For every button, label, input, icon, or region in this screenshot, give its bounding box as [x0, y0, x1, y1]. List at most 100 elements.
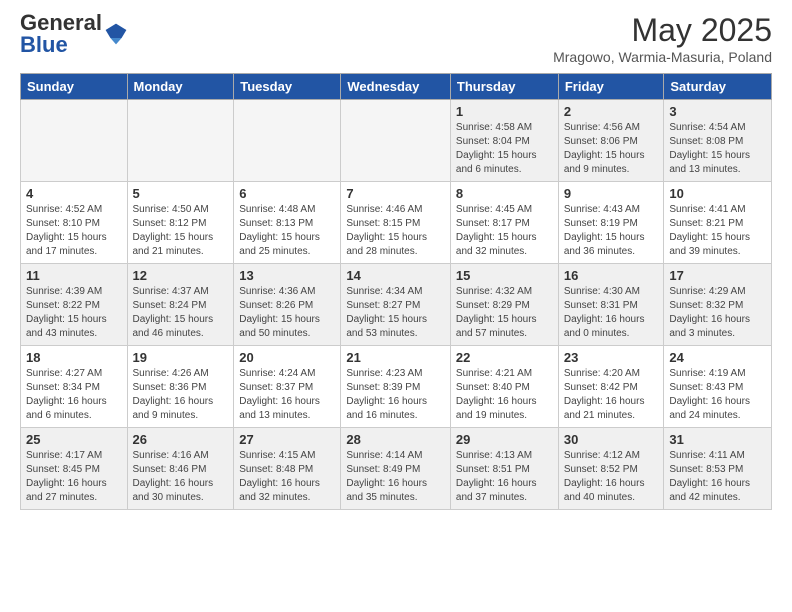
- day-info: Sunrise: 4:29 AM Sunset: 8:32 PM Dayligh…: [669, 285, 766, 341]
- day-number: 1: [456, 104, 553, 119]
- day-cell: 8 Sunrise: 4:45 AM Sunset: 8:17 PM Daylig…: [450, 182, 558, 264]
- day-number: 4: [26, 186, 122, 201]
- day-cell: 30 Sunrise: 4:12 AM Sunset: 8:52 PM Dayli…: [558, 428, 664, 510]
- day-info: Sunrise: 4:37 AM Sunset: 8:24 PM Dayligh…: [133, 285, 229, 341]
- logo: General Blue: [20, 12, 128, 56]
- day-cell: 21 Sunrise: 4:23 AM Sunset: 8:39 PM Dayli…: [341, 346, 451, 428]
- day-info: Sunrise: 4:17 AM Sunset: 8:45 PM Dayligh…: [26, 449, 122, 505]
- day-cell: 2 Sunrise: 4:56 AM Sunset: 8:06 PM Daylig…: [558, 100, 664, 182]
- logo-text: General Blue: [20, 12, 102, 56]
- day-number: 8: [456, 186, 553, 201]
- day-number: 25: [26, 432, 122, 447]
- day-info: Sunrise: 4:21 AM Sunset: 8:40 PM Dayligh…: [456, 367, 553, 423]
- day-cell: 10 Sunrise: 4:41 AM Sunset: 8:21 PM Dayli…: [664, 182, 772, 264]
- day-number: 18: [26, 350, 122, 365]
- title-block: May 2025 Mragowo, Warmia-Masuria, Poland: [553, 12, 772, 65]
- day-number: 27: [239, 432, 335, 447]
- day-number: 19: [133, 350, 229, 365]
- day-info: Sunrise: 4:15 AM Sunset: 8:48 PM Dayligh…: [239, 449, 335, 505]
- day-info: Sunrise: 4:23 AM Sunset: 8:39 PM Dayligh…: [346, 367, 445, 423]
- location: Mragowo, Warmia-Masuria, Poland: [553, 49, 772, 65]
- day-number: 2: [564, 104, 659, 119]
- day-cell: 31Sunrise: 4:11 AM Sunset: 8:53 PM Dayli…: [664, 428, 772, 510]
- day-number: 9: [564, 186, 659, 201]
- day-number: 24: [669, 350, 766, 365]
- day-number: 6: [239, 186, 335, 201]
- day-number: 11: [26, 268, 122, 283]
- calendar-week-row: 11 Sunrise: 4:39 AM Sunset: 8:22 PM Dayli…: [21, 264, 772, 346]
- empty-cell: [127, 100, 234, 182]
- day-number: 3: [669, 104, 766, 119]
- day-number: 23: [564, 350, 659, 365]
- day-cell: 25 Sunrise: 4:17 AM Sunset: 8:45 PM Dayli…: [21, 428, 128, 510]
- day-cell: 17 Sunrise: 4:29 AM Sunset: 8:32 PM Dayli…: [664, 264, 772, 346]
- calendar-week-row: 18 Sunrise: 4:27 AM Sunset: 8:34 PM Dayli…: [21, 346, 772, 428]
- day-cell: 9Sunrise: 4:43 AM Sunset: 8:19 PM Daylig…: [558, 182, 664, 264]
- day-header-thursday: Thursday: [450, 74, 558, 100]
- empty-cell: [341, 100, 451, 182]
- day-header-friday: Friday: [558, 74, 664, 100]
- day-info: Sunrise: 4:26 AM Sunset: 8:36 PM Dayligh…: [133, 367, 229, 423]
- day-number: 28: [346, 432, 445, 447]
- day-number: 10: [669, 186, 766, 201]
- day-info: Sunrise: 4:13 AM Sunset: 8:51 PM Dayligh…: [456, 449, 553, 505]
- day-header-tuesday: Tuesday: [234, 74, 341, 100]
- day-info: Sunrise: 4:14 AM Sunset: 8:49 PM Dayligh…: [346, 449, 445, 505]
- day-cell: 7Sunrise: 4:46 AM Sunset: 8:15 PM Daylig…: [341, 182, 451, 264]
- calendar-week-row: 4Sunrise: 4:52 AM Sunset: 8:10 PM Daylig…: [21, 182, 772, 264]
- day-cell: 5Sunrise: 4:50 AM Sunset: 8:12 PM Daylig…: [127, 182, 234, 264]
- day-cell: 27 Sunrise: 4:15 AM Sunset: 8:48 PM Dayli…: [234, 428, 341, 510]
- day-info: Sunrise: 4:34 AM Sunset: 8:27 PM Dayligh…: [346, 285, 445, 341]
- day-cell: 23 Sunrise: 4:20 AM Sunset: 8:42 PM Dayli…: [558, 346, 664, 428]
- day-info: Sunrise: 4:20 AM Sunset: 8:42 PM Dayligh…: [564, 367, 659, 423]
- day-info: Sunrise: 4:30 AM Sunset: 8:31 PM Dayligh…: [564, 285, 659, 341]
- day-cell: 16 Sunrise: 4:30 AM Sunset: 8:31 PM Dayli…: [558, 264, 664, 346]
- day-info: Sunrise: 4:19 AM Sunset: 8:43 PM Dayligh…: [669, 367, 766, 423]
- day-info: Sunrise: 4:16 AM Sunset: 8:46 PM Dayligh…: [133, 449, 229, 505]
- day-cell: 20Sunrise: 4:24 AM Sunset: 8:37 PM Dayli…: [234, 346, 341, 428]
- day-cell: 28 Sunrise: 4:14 AM Sunset: 8:49 PM Dayli…: [341, 428, 451, 510]
- day-info: Sunrise: 4:56 AM Sunset: 8:06 PM Dayligh…: [564, 121, 659, 177]
- day-header-monday: Monday: [127, 74, 234, 100]
- calendar-week-row: 1 Sunrise: 4:58 AM Sunset: 8:04 PM Daylig…: [21, 100, 772, 182]
- calendar-week-row: 25 Sunrise: 4:17 AM Sunset: 8:45 PM Dayli…: [21, 428, 772, 510]
- day-number: 16: [564, 268, 659, 283]
- day-number: 17: [669, 268, 766, 283]
- day-cell: 11 Sunrise: 4:39 AM Sunset: 8:22 PM Dayli…: [21, 264, 128, 346]
- day-info: Sunrise: 4:36 AM Sunset: 8:26 PM Dayligh…: [239, 285, 335, 341]
- day-info: Sunrise: 4:45 AM Sunset: 8:17 PM Dayligh…: [456, 203, 553, 259]
- day-header-saturday: Saturday: [664, 74, 772, 100]
- day-cell: 13 Sunrise: 4:36 AM Sunset: 8:26 PM Dayli…: [234, 264, 341, 346]
- month-title: May 2025: [553, 12, 772, 49]
- day-info: Sunrise: 4:41 AM Sunset: 8:21 PM Dayligh…: [669, 203, 766, 259]
- logo-blue: Blue: [20, 32, 68, 57]
- day-header-wednesday: Wednesday: [341, 74, 451, 100]
- day-info: Sunrise: 4:39 AM Sunset: 8:22 PM Dayligh…: [26, 285, 122, 341]
- day-cell: 29 Sunrise: 4:13 AM Sunset: 8:51 PM Dayli…: [450, 428, 558, 510]
- day-number: 21: [346, 350, 445, 365]
- day-cell: 18 Sunrise: 4:27 AM Sunset: 8:34 PM Dayli…: [21, 346, 128, 428]
- day-number: 22: [456, 350, 553, 365]
- day-info: Sunrise: 4:58 AM Sunset: 8:04 PM Dayligh…: [456, 121, 553, 177]
- day-info: Sunrise: 4:24 AM Sunset: 8:37 PM Dayligh…: [239, 367, 335, 423]
- day-info: Sunrise: 4:54 AM Sunset: 8:08 PM Dayligh…: [669, 121, 766, 177]
- day-number: 13: [239, 268, 335, 283]
- day-number: 30: [564, 432, 659, 447]
- calendar-table: SundayMondayTuesdayWednesdayThursdayFrid…: [20, 73, 772, 510]
- day-cell: 14 Sunrise: 4:34 AM Sunset: 8:27 PM Dayli…: [341, 264, 451, 346]
- empty-cell: [234, 100, 341, 182]
- day-number: 5: [133, 186, 229, 201]
- day-cell: 3 Sunrise: 4:54 AM Sunset: 8:08 PM Daylig…: [664, 100, 772, 182]
- day-info: Sunrise: 4:46 AM Sunset: 8:15 PM Dayligh…: [346, 203, 445, 259]
- day-info: Sunrise: 4:11 AM Sunset: 8:53 PM Dayligh…: [669, 449, 766, 505]
- header: General Blue May 2025 Mragowo, Warmia-Ma…: [0, 0, 792, 73]
- logo-icon: [104, 22, 128, 46]
- empty-cell: [21, 100, 128, 182]
- day-cell: 4Sunrise: 4:52 AM Sunset: 8:10 PM Daylig…: [21, 182, 128, 264]
- day-number: 29: [456, 432, 553, 447]
- day-info: Sunrise: 4:12 AM Sunset: 8:52 PM Dayligh…: [564, 449, 659, 505]
- day-number: 26: [133, 432, 229, 447]
- day-number: 14: [346, 268, 445, 283]
- day-info: Sunrise: 4:27 AM Sunset: 8:34 PM Dayligh…: [26, 367, 122, 423]
- day-cell: 26 Sunrise: 4:16 AM Sunset: 8:46 PM Dayli…: [127, 428, 234, 510]
